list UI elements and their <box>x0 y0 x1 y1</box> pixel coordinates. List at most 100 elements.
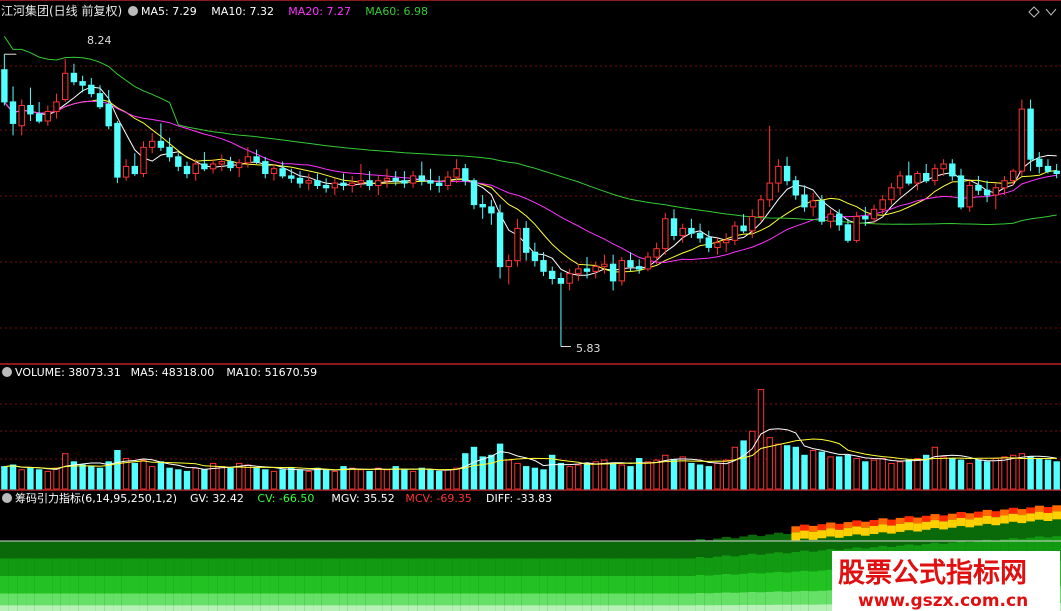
volume-chevron-icon[interactable] <box>2 367 12 377</box>
indicator-band <box>782 604 792 611</box>
volume-bar <box>427 469 434 490</box>
volume-bar <box>749 430 756 490</box>
candle <box>44 111 51 122</box>
candle <box>53 101 60 112</box>
volume-bar <box>1027 456 1034 490</box>
indicator-band <box>774 604 784 611</box>
volume-bar <box>931 446 939 490</box>
chevron-down-icon[interactable] <box>128 6 138 16</box>
candle <box>523 227 530 253</box>
indicator-band <box>156 605 166 611</box>
volume-bar <box>375 467 382 490</box>
candle <box>705 237 712 248</box>
indicator-cap <box>852 520 862 527</box>
candle <box>392 177 399 182</box>
volume-bar <box>627 466 634 490</box>
volume-bar <box>401 469 408 490</box>
candle <box>609 263 617 282</box>
indicator-yellow <box>939 521 949 530</box>
indicator-band <box>139 605 149 611</box>
volume-bar <box>392 466 399 490</box>
indicator-band <box>704 605 714 611</box>
indicator-band <box>765 604 775 611</box>
volume-bar <box>44 470 51 490</box>
candle <box>418 175 426 182</box>
indicator-band <box>374 605 384 611</box>
indicator-band <box>721 605 731 611</box>
candle <box>644 256 652 270</box>
indicator-legend: 筹码引力指标(6,14,95,250,1,2) GV: 32.42 CV: -66.… <box>15 491 552 505</box>
indicator-band <box>278 605 288 611</box>
indicator-chevron-icon[interactable] <box>2 493 12 503</box>
candle <box>409 175 417 184</box>
candle <box>983 189 991 196</box>
candle <box>836 213 843 226</box>
indicator-yellow <box>791 532 801 541</box>
candle <box>131 165 139 175</box>
candle <box>79 81 86 86</box>
candle <box>314 180 321 186</box>
volume-bar <box>609 462 617 490</box>
indicator-yellow <box>1026 513 1036 522</box>
candle <box>688 227 695 234</box>
candle <box>618 260 625 282</box>
volume-bar <box>218 466 226 490</box>
candle <box>305 180 312 184</box>
candle <box>279 168 286 177</box>
candle <box>349 182 356 187</box>
volume-bar <box>1044 459 1052 490</box>
indicator-band <box>339 605 349 611</box>
volume-legend: VOLUME: 38073.31 MA5: 48318.00 MA10: 51670… <box>15 366 317 379</box>
candle <box>592 266 599 272</box>
candle <box>270 168 278 174</box>
indicator-band <box>695 605 705 611</box>
candle <box>1018 108 1026 172</box>
volume-bar <box>366 470 373 490</box>
indicator-band <box>426 605 436 611</box>
indicator-band <box>330 605 340 611</box>
volume-bar <box>270 470 278 490</box>
volume-bar <box>592 461 599 490</box>
indicator-band <box>182 605 192 611</box>
low-price-label: 5.83 <box>576 342 601 355</box>
indicator-cap <box>808 525 818 532</box>
candle <box>322 184 330 189</box>
indicator-yellow <box>843 528 853 537</box>
volume-bar <box>688 462 695 490</box>
volume-bar <box>157 461 165 490</box>
candle <box>1053 170 1060 175</box>
indicator-cap <box>1017 509 1027 516</box>
volume-bar <box>975 459 982 490</box>
indicator-band <box>817 604 827 611</box>
indicator-band <box>321 605 331 611</box>
volume-bar <box>723 459 730 490</box>
volume-bar <box>940 456 947 490</box>
volume-bar <box>1036 458 1043 490</box>
candle <box>262 161 269 175</box>
indicator-band <box>791 604 801 611</box>
ma-legend-label-2: MA20: 7.27 <box>288 5 351 18</box>
volume-bar <box>175 469 182 490</box>
indicator-band <box>652 605 662 611</box>
indicator-cap <box>1043 507 1053 513</box>
candle <box>192 163 199 174</box>
candle <box>514 227 521 262</box>
indicator-yellow <box>1017 515 1027 524</box>
volume-bar <box>409 470 417 490</box>
volume-bar <box>462 453 469 490</box>
indicator-legend-label-5: DIFF: -33.83 <box>486 492 552 505</box>
indicator-band <box>313 605 323 611</box>
volume-bar <box>731 446 739 490</box>
indicator-cap <box>930 514 940 521</box>
volume-bar <box>983 461 991 490</box>
indicator-band <box>713 605 723 611</box>
indicator-yellow <box>878 524 888 533</box>
volume-bar <box>1010 454 1017 490</box>
candle <box>662 218 669 250</box>
candle <box>888 187 895 201</box>
indicator-cap <box>1034 505 1045 512</box>
volume-bar <box>1053 461 1060 490</box>
candle <box>940 163 947 170</box>
candle <box>583 268 591 272</box>
indicator-band <box>495 605 505 611</box>
